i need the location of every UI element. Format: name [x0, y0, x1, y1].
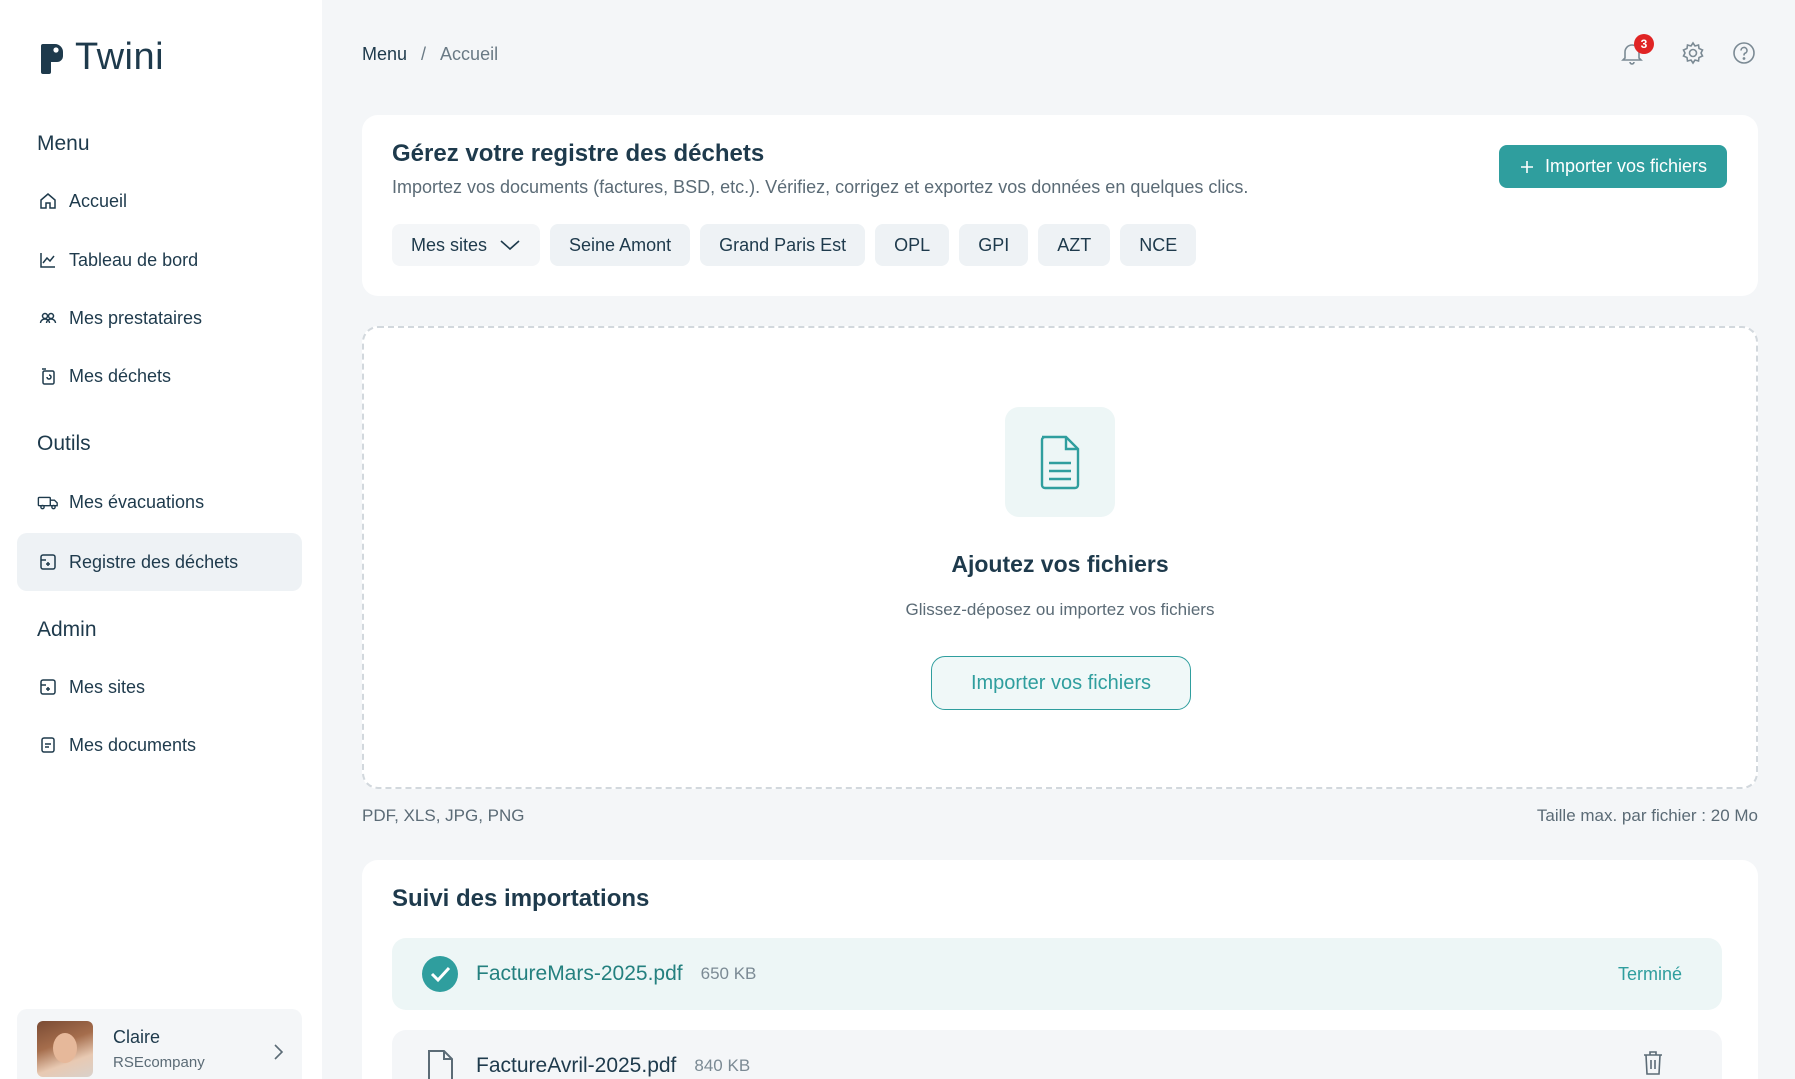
document-icon — [37, 734, 59, 756]
user-name: Claire — [113, 1027, 161, 1047]
plus-icon — [1520, 160, 1533, 173]
sidebar-item-tableau-de-bord[interactable]: Tableau de bord — [17, 231, 302, 289]
section-title-menu: Menu — [37, 132, 90, 155]
import-file-size: 650 KB — [700, 964, 757, 983]
sites-dropdown[interactable]: Mes sites — [392, 224, 541, 266]
register-header-card: Gérez votre registre des déchets Importe… — [362, 115, 1758, 296]
sites-dropdown-label: Mes sites — [411, 234, 488, 255]
check-circle-icon — [422, 956, 458, 992]
site-chip-gpi[interactable]: GPI — [959, 224, 1029, 266]
import-file-name: FactureAvril-2025.pdf — [476, 1054, 677, 1077]
user-profile-card[interactable]: Claire RSEcompany — [17, 1009, 302, 1079]
document-tile — [1005, 407, 1115, 517]
site-chip-nce[interactable]: NCE — [1120, 224, 1197, 266]
imports-title: Suivi des importations — [392, 885, 650, 912]
home-icon — [37, 190, 59, 212]
page-title: Gérez votre registre des déchets — [392, 140, 765, 167]
users-icon — [37, 307, 59, 329]
imports-tracking-card: Suivi des importations FactureMars-2025.… — [362, 860, 1758, 1079]
chevron-right-icon — [274, 1044, 284, 1060]
sidebar-item-mes-dechets[interactable]: Mes déchets — [17, 347, 302, 405]
breadcrumb-separator: / — [421, 44, 427, 64]
truck-icon — [37, 491, 59, 513]
file-text-icon — [1040, 435, 1080, 490]
import-file-name: FactureMars-2025.pdf — [476, 962, 683, 985]
site-chip-seine-amont[interactable]: Seine Amont — [550, 224, 691, 266]
import-status: Terminé — [1617, 963, 1682, 984]
sidebar-item-registre-des-dechets[interactable]: Registre des déchets — [17, 533, 302, 591]
import-files-button-label: Importer vos fichiers — [1544, 156, 1708, 176]
notification-badge: 3 — [1634, 34, 1654, 54]
import-row[interactable]: FactureAvril-2025.pdf 840 KB — [392, 1030, 1722, 1079]
sidebar-item-label: Mes prestataires — [69, 307, 203, 328]
site-filters: Mes sites Seine Amont Grand Paris Est OP… — [392, 224, 1197, 266]
sidebar-item-label: Mes déchets — [69, 365, 172, 386]
gear-icon[interactable] — [1680, 40, 1706, 66]
breadcrumb: Menu / Accueil — [362, 44, 498, 65]
sidebar-item-mes-sites[interactable]: Mes sites — [17, 658, 302, 716]
sidebar-item-label: Mes évacuations — [69, 491, 205, 512]
sidebar-item-mes-evacuations[interactable]: Mes évacuations — [17, 473, 302, 531]
user-company: RSEcompany — [113, 1054, 205, 1071]
sidebar-item-label: Accueil — [69, 190, 128, 211]
sidebar-item-label: Tableau de bord — [69, 249, 199, 270]
max-file-size: Taille max. par fichier : 20 Mo — [1536, 806, 1758, 825]
breadcrumb-current: Accueil — [440, 44, 499, 64]
chevron-down-icon — [500, 240, 520, 251]
help-icon[interactable] — [1731, 40, 1757, 66]
dropzone-subtitle: Glissez-déposez ou importez vos fichiers — [905, 600, 1215, 619]
sidebar-item-label: Mes sites — [69, 676, 146, 697]
chart-icon — [37, 249, 59, 271]
breadcrumb-root[interactable]: Menu — [362, 44, 407, 65]
sidebar: Twini Menu Accueil Tableau de bord Mes p… — [0, 0, 322, 1079]
register-icon — [37, 551, 59, 573]
brand-name: Twini — [75, 36, 165, 78]
import-row[interactable]: FactureMars-2025.pdf 650 KB Terminé — [392, 938, 1722, 1010]
trash-icon[interactable] — [1642, 1050, 1664, 1076]
site-chip-grand-paris-est[interactable]: Grand Paris Est — [700, 224, 866, 266]
dropzone-import-button[interactable]: Importer vos fichiers — [931, 656, 1191, 710]
page-subtitle: Importez vos documents (factures, BSD, e… — [392, 177, 1249, 197]
section-title-outils: Outils — [37, 432, 91, 455]
sidebar-item-mes-documents[interactable]: Mes documents — [17, 716, 302, 774]
twini-logo-icon — [41, 43, 63, 74]
brand-logo[interactable]: Twini — [37, 36, 164, 79]
file-icon — [428, 1050, 453, 1079]
sidebar-item-label: Mes documents — [69, 734, 197, 755]
site-icon — [37, 676, 59, 698]
section-title-admin: Admin — [37, 618, 97, 641]
sidebar-item-accueil[interactable]: Accueil — [17, 172, 302, 230]
site-chip-opl[interactable]: OPL — [875, 224, 950, 266]
site-chip-azt[interactable]: AZT — [1038, 224, 1111, 266]
accepted-formats: PDF, XLS, JPG, PNG — [362, 806, 525, 825]
import-files-button[interactable]: Importer vos fichiers — [1499, 145, 1727, 188]
dropzone-title: Ajoutez vos fichiers — [951, 551, 1169, 577]
sidebar-item-label: Registre des déchets — [69, 551, 239, 572]
avatar — [37, 1021, 93, 1077]
sidebar-item-mes-prestataires[interactable]: Mes prestataires — [17, 289, 302, 347]
recycle-icon — [37, 365, 59, 387]
import-file-size: 840 KB — [694, 1056, 751, 1075]
file-dropzone[interactable]: Ajoutez vos fichiers Glissez-déposez ou … — [362, 326, 1758, 789]
